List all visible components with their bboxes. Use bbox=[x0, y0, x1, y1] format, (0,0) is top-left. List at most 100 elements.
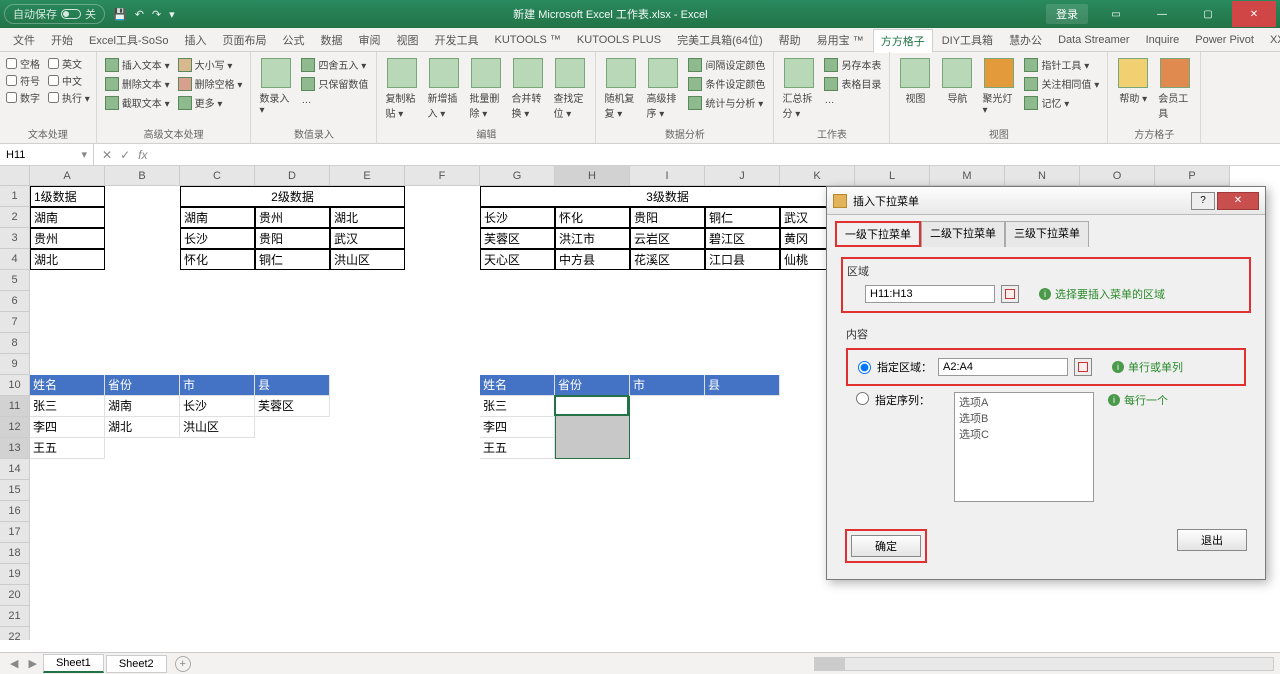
ribbon-tab[interactable]: 数据 bbox=[313, 29, 349, 51]
cell[interactable]: 云岩区 bbox=[630, 228, 705, 249]
row-header[interactable]: 19 bbox=[0, 564, 30, 585]
ribbon-tab[interactable]: 公式 bbox=[275, 29, 311, 51]
row-header[interactable]: 15 bbox=[0, 480, 30, 501]
ribbon-tab[interactable]: 帮助 bbox=[772, 29, 808, 51]
vip-btn[interactable]: 会员工具 bbox=[1156, 56, 1194, 122]
row-header[interactable]: 8 bbox=[0, 333, 30, 354]
cell[interactable]: 芙蓉区 bbox=[255, 396, 330, 417]
cell[interactable]: 湖北 bbox=[30, 249, 105, 270]
cell[interactable]: 王五 bbox=[480, 438, 555, 459]
cell[interactable]: 市 bbox=[630, 375, 705, 396]
row-header[interactable]: 11 bbox=[0, 396, 30, 417]
round-btn[interactable]: 四舍五入 ▾ bbox=[299, 56, 370, 73]
row-header[interactable]: 5 bbox=[0, 270, 30, 291]
ribbon-tab[interactable]: Power Pivot bbox=[1188, 31, 1261, 49]
cell[interactable]: 天心区 bbox=[480, 249, 555, 270]
cell[interactable]: 省份 bbox=[555, 375, 630, 396]
text-filter-check[interactable]: 中文 bbox=[48, 73, 82, 88]
ribbon-tab[interactable]: 易用宝 ™ bbox=[810, 29, 871, 51]
ribbon-tab[interactable]: 插入 bbox=[177, 29, 213, 51]
spotlight-btn[interactable]: 聚光灯 ▾ bbox=[980, 56, 1018, 118]
same-val-btn[interactable]: 关注相同值 ▾ bbox=[1022, 75, 1101, 92]
ribbon-tab[interactable]: 审阅 bbox=[351, 29, 387, 51]
toc-btn[interactable]: 表格目录 bbox=[822, 75, 883, 92]
row-header[interactable]: 3 bbox=[0, 228, 30, 249]
ribbon-tab[interactable]: KUTOOLS PLUS bbox=[570, 31, 668, 49]
horizontal-scrollbar[interactable] bbox=[814, 657, 1274, 671]
ribbon-tab[interactable]: 视图 bbox=[389, 29, 425, 51]
cell[interactable]: 贵州 bbox=[255, 207, 330, 228]
column-header[interactable]: M bbox=[930, 166, 1005, 186]
column-header[interactable]: H bbox=[555, 166, 630, 186]
cond-color-btn[interactable]: 条件设定颜色 bbox=[686, 75, 767, 92]
sheet-nav-prev[interactable]: ◀ bbox=[6, 657, 22, 670]
area-input[interactable] bbox=[865, 285, 995, 303]
column-header[interactable]: C bbox=[180, 166, 255, 186]
add-sheet-btn[interactable]: + bbox=[175, 656, 191, 672]
row-header[interactable]: 13 bbox=[0, 438, 30, 459]
radio-list[interactable] bbox=[856, 392, 869, 405]
more-btn[interactable]: 更多 ▾ bbox=[176, 94, 245, 111]
cell[interactable]: 市 bbox=[180, 375, 255, 396]
pointer-tool-btn[interactable]: 指针工具 ▾ bbox=[1022, 56, 1101, 73]
row-header[interactable]: 14 bbox=[0, 459, 30, 480]
sheet-nav-next[interactable]: ▶ bbox=[24, 657, 40, 670]
row-header[interactable]: 1 bbox=[0, 186, 30, 207]
cell[interactable]: 长沙 bbox=[180, 228, 255, 249]
text-filter-check[interactable]: 空格 bbox=[6, 56, 40, 71]
list-options-box[interactable]: 选项A选项B选项C bbox=[954, 392, 1094, 502]
cell[interactable]: 碧江区 bbox=[705, 228, 780, 249]
cell[interactable]: 洪山区 bbox=[330, 249, 405, 270]
ribbon-tab[interactable]: XXYY bbox=[1263, 31, 1280, 49]
ribbon-tab[interactable]: Excel工具-SoSo bbox=[82, 29, 175, 51]
ribbon-tab[interactable]: DIY工具箱 bbox=[935, 29, 1000, 51]
column-header[interactable]: N bbox=[1005, 166, 1080, 186]
ribbon-tab[interactable]: Inquire bbox=[1139, 31, 1187, 49]
cell[interactable]: 贵州 bbox=[30, 228, 105, 249]
cell[interactable]: 张三 bbox=[30, 396, 105, 417]
edit-big-btn[interactable]: 复制粘贴 ▾ bbox=[383, 56, 421, 122]
cell[interactable]: 湖南 bbox=[30, 207, 105, 228]
cell[interactable]: 湖北 bbox=[330, 207, 405, 228]
help-btn[interactable]: 帮助 ▾ bbox=[1114, 56, 1152, 107]
cell[interactable]: 芙蓉区 bbox=[480, 228, 555, 249]
row-header[interactable]: 6 bbox=[0, 291, 30, 312]
column-header[interactable]: L bbox=[855, 166, 930, 186]
formula-input[interactable] bbox=[155, 144, 1280, 164]
cell[interactable]: 长沙 bbox=[480, 207, 555, 228]
column-header[interactable]: K bbox=[780, 166, 855, 186]
cell[interactable]: 王五 bbox=[30, 438, 105, 459]
row-header[interactable]: 16 bbox=[0, 501, 30, 522]
autosave-toggle[interactable]: 自动保存 关 bbox=[4, 4, 105, 24]
cell[interactable]: 张三 bbox=[480, 396, 555, 417]
dialog-tab-level3[interactable]: 三级下拉菜单 bbox=[1005, 221, 1089, 247]
cell[interactable]: 湖南 bbox=[180, 207, 255, 228]
text-filter-check[interactable]: 数字 bbox=[6, 90, 40, 105]
column-header[interactable]: E bbox=[330, 166, 405, 186]
ribbon-tab[interactable]: 页面布局 bbox=[215, 29, 273, 51]
row-header[interactable]: 21 bbox=[0, 606, 30, 627]
row-header[interactable]: 22 bbox=[0, 627, 30, 640]
sheet-tab[interactable]: Sheet2 bbox=[106, 655, 167, 673]
ribbon-tab[interactable]: KUTOOLS ™ bbox=[487, 31, 567, 49]
text-filter-check[interactable]: 英文 bbox=[48, 56, 82, 71]
column-header[interactable]: P bbox=[1155, 166, 1230, 186]
row-header[interactable]: 7 bbox=[0, 312, 30, 333]
cell[interactable]: 县 bbox=[255, 375, 330, 396]
column-header[interactable]: B bbox=[105, 166, 180, 186]
ribbon-tab[interactable]: 完美工具箱(64位) bbox=[670, 29, 770, 51]
text-filter-check[interactable]: 符号 bbox=[6, 73, 40, 88]
cell[interactable]: 县 bbox=[705, 375, 780, 396]
minimize-icon[interactable]: — bbox=[1140, 1, 1184, 27]
sheet-tab[interactable]: Sheet1 bbox=[43, 654, 104, 673]
cell[interactable]: 怀化 bbox=[180, 249, 255, 270]
close-icon[interactable]: ✕ bbox=[1232, 1, 1276, 27]
interval-color-btn[interactable]: 间隔设定颜色 bbox=[686, 56, 767, 73]
edit-big-btn[interactable]: 合并转换 ▾ bbox=[509, 56, 547, 122]
dialog-help-icon[interactable]: ? bbox=[1191, 192, 1215, 210]
select-all-corner[interactable] bbox=[0, 166, 30, 186]
row-header[interactable]: 10 bbox=[0, 375, 30, 396]
cell[interactable]: 省份 bbox=[105, 375, 180, 396]
column-header[interactable]: G bbox=[480, 166, 555, 186]
nav-btn[interactable]: 导航 bbox=[938, 56, 976, 107]
